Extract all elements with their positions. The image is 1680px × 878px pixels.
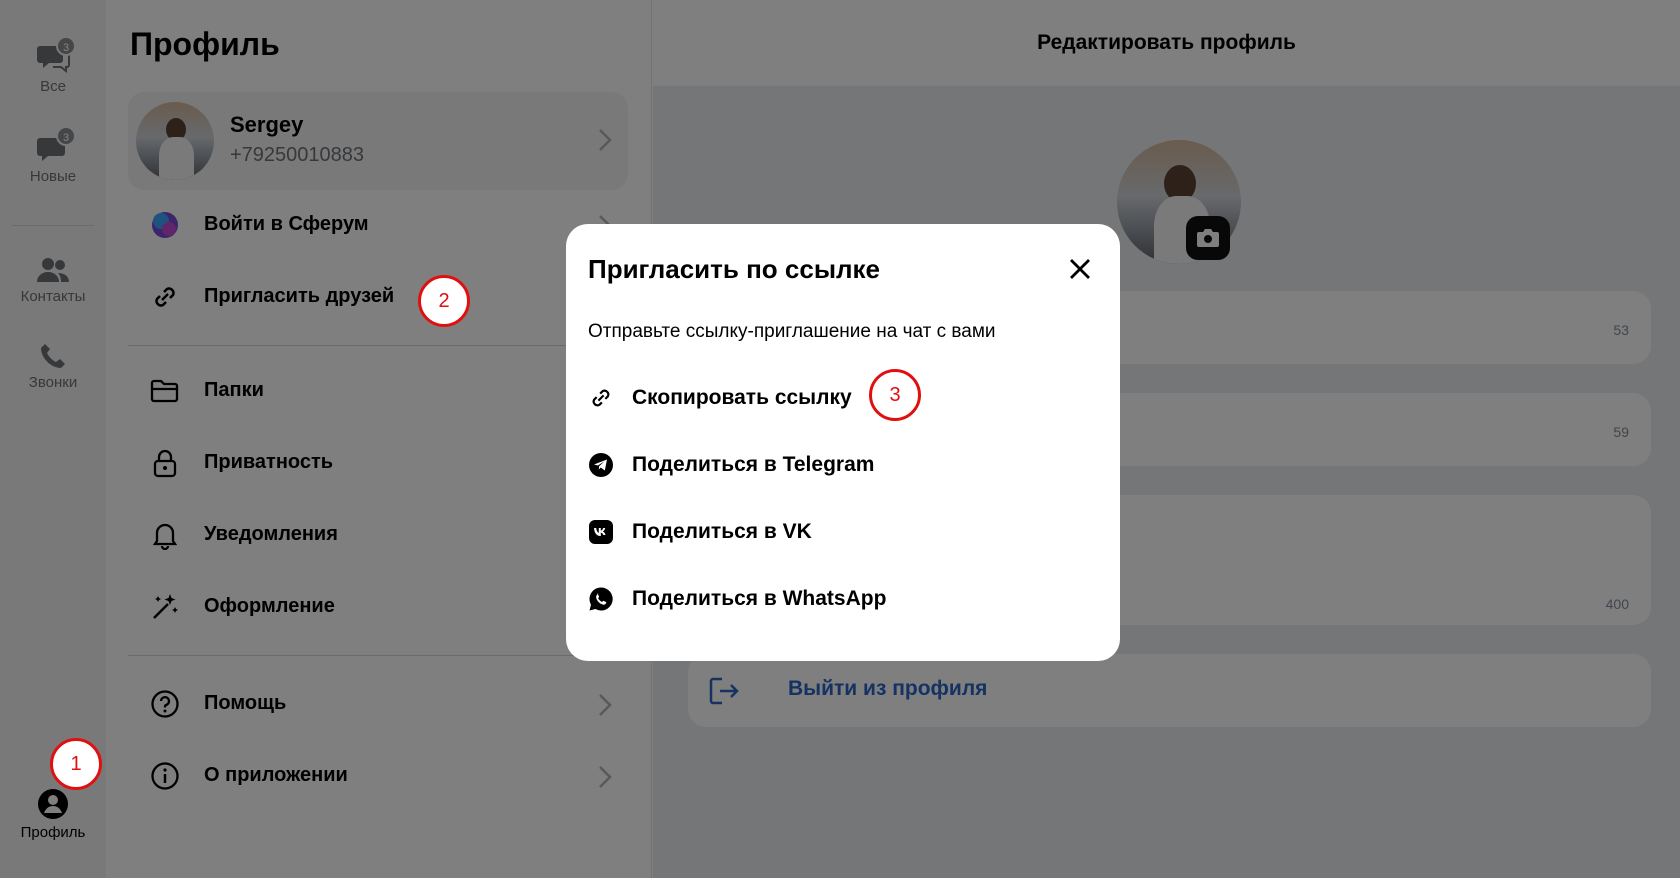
step-marker-1: 1 xyxy=(50,738,102,790)
whatsapp-icon xyxy=(589,587,613,611)
step-marker-3: 3 xyxy=(869,369,921,421)
option-label: Поделиться в Telegram xyxy=(632,453,875,476)
option-label: Скопировать ссылку xyxy=(632,386,852,409)
link-icon xyxy=(592,389,610,407)
share-vk-button[interactable]: Поделиться в VK xyxy=(588,511,1008,551)
modal-subtitle: Отправьте ссылку-приглашение на чат с ва… xyxy=(588,321,996,342)
vk-icon xyxy=(589,520,613,544)
option-label: Поделиться в WhatsApp xyxy=(632,587,887,610)
copy-link-button[interactable]: Скопировать ссылку xyxy=(588,377,1008,417)
close-icon[interactable] xyxy=(1065,254,1095,284)
modal-title: Пригласить по ссылке xyxy=(588,254,881,284)
telegram-icon xyxy=(589,453,613,477)
step-marker-2: 2 xyxy=(418,275,470,327)
share-telegram-button[interactable]: Поделиться в Telegram xyxy=(588,444,1008,484)
option-label: Поделиться в VK xyxy=(632,520,812,543)
share-whatsapp-button[interactable]: Поделиться в WhatsApp xyxy=(588,578,1008,618)
invite-modal: Пригласить по ссылке Отправьте ссылку-пр… xyxy=(566,224,1120,661)
